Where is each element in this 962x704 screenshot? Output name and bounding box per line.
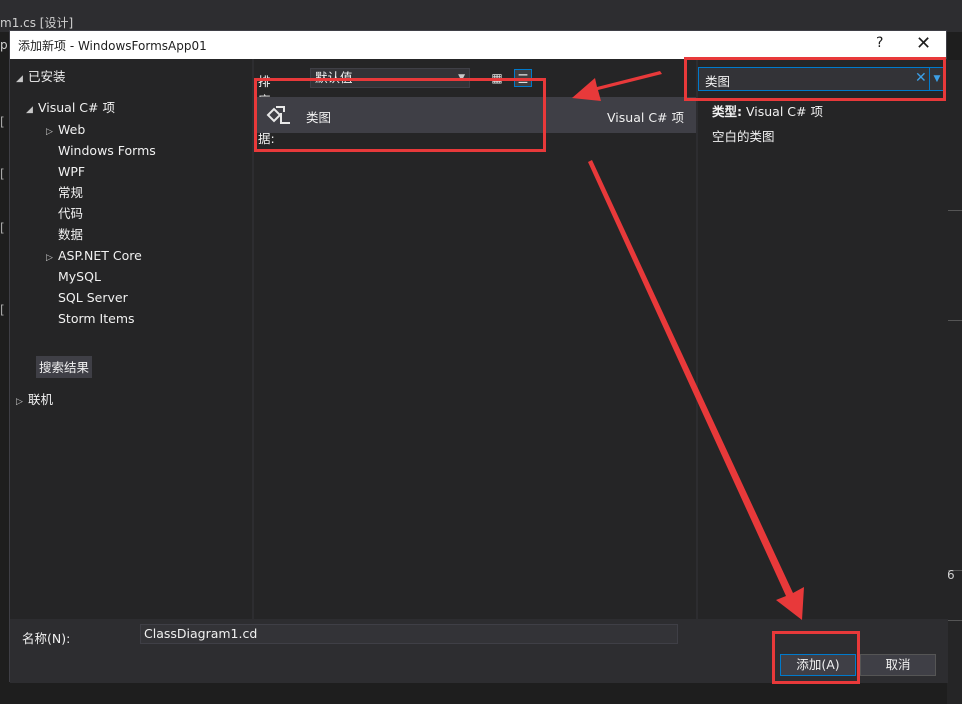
collapsed-triangle-icon[interactable]: ▷ xyxy=(16,392,28,412)
highlight-search-box xyxy=(684,57,946,101)
ide-left-bracket: [ xyxy=(0,221,5,235)
tree-item-search-results[interactable]: 搜索结果 xyxy=(39,358,89,378)
tree-item-sql-server[interactable]: SQL Server xyxy=(58,288,128,308)
tree-item-windows-forms[interactable]: Windows Forms xyxy=(58,141,156,161)
tree-item-online[interactable]: ▷ 联机 xyxy=(16,390,53,410)
collapsed-triangle-icon[interactable]: ▷ xyxy=(46,248,58,268)
cancel-button[interactable]: 取消 xyxy=(860,654,936,676)
ide-left-bracket: [ xyxy=(0,167,5,181)
tree-item-installed[interactable]: ◢ 已安装 xyxy=(16,67,66,87)
ide-right-panel xyxy=(947,60,962,704)
collapsed-triangle-icon[interactable]: ▷ xyxy=(46,122,58,142)
category-tree: ◢ 已安装 ◢ Visual C# 项 ▷ Web Windows Forms WPF… xyxy=(10,59,252,619)
expanded-triangle-icon[interactable]: ◢ xyxy=(16,69,28,89)
tree-item-visual-csharp[interactable]: ◢ Visual C# 项 xyxy=(26,98,115,118)
highlight-add-button-box xyxy=(772,631,860,684)
ide-status-number: 6 xyxy=(947,568,955,582)
tree-item-web[interactable]: ▷ Web xyxy=(46,120,85,140)
ide-left-fragment: p xyxy=(0,38,8,52)
tree-item-storm-items[interactable]: Storm Items xyxy=(58,309,135,329)
template-type: Visual C# 项 xyxy=(607,110,684,125)
details-description: 空白的类图 xyxy=(712,129,775,144)
tree-item-wpf[interactable]: WPF xyxy=(58,162,85,182)
tree-item-mysql[interactable]: MySQL xyxy=(58,267,101,287)
details-type-label: 类型: xyxy=(712,104,742,119)
tree-item-data[interactable]: 数据 xyxy=(58,225,83,245)
ide-document-tab[interactable]: m1.cs [设计] xyxy=(0,14,73,31)
help-button[interactable]: ? xyxy=(876,35,883,51)
ide-left-bracket: [ xyxy=(0,303,5,317)
name-label: 名称(N): xyxy=(22,631,71,646)
highlight-template-box xyxy=(254,78,546,152)
tree-item-general[interactable]: 常规 xyxy=(58,183,83,203)
ide-left-bracket: [ xyxy=(0,115,5,129)
dialog-title: 添加新项 - WindowsFormsApp01 xyxy=(18,39,207,53)
name-field[interactable]: ClassDiagram1.cd xyxy=(140,624,678,644)
tree-item-code[interactable]: 代码 xyxy=(58,204,83,224)
details-type: 类型: Visual C# 项 xyxy=(712,101,823,120)
dialog-titlebar: 添加新项 - WindowsFormsApp01 ? ✕ xyxy=(10,31,946,59)
close-button[interactable]: ✕ xyxy=(916,33,931,54)
expanded-triangle-icon[interactable]: ◢ xyxy=(26,100,38,120)
details-type-value: Visual C# 项 xyxy=(745,104,823,119)
ide-title-strip xyxy=(0,0,962,32)
tree-item-aspnet-core[interactable]: ▷ ASP.NET Core xyxy=(46,246,142,266)
